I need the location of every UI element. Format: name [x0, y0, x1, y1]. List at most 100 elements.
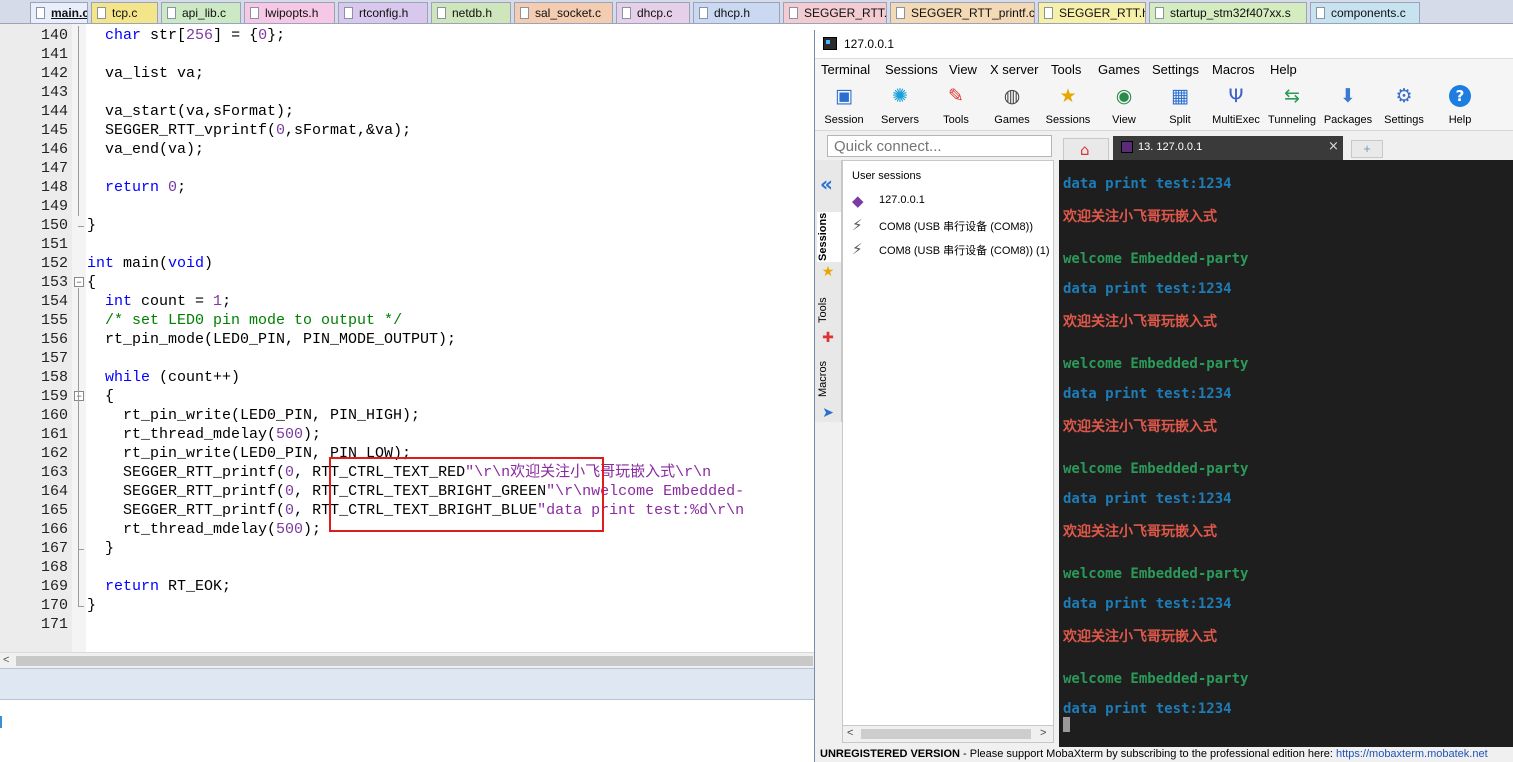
scrollbar-thumb[interactable]: [861, 729, 1031, 739]
toolbar-button-settings[interactable]: ⚙ Settings: [1376, 83, 1432, 129]
code-line[interactable]: 159 {: [0, 387, 814, 406]
status-bar: UNREGISTERED VERSION - Please support Mo…: [815, 747, 1513, 762]
side-tab-tools[interactable]: Tools: [817, 292, 841, 328]
file-tab[interactable]: startup_stm32f407xx.s: [1149, 2, 1307, 23]
terminal-tab[interactable]: 13. 127.0.0.1 ×: [1113, 136, 1343, 160]
code-line[interactable]: 171: [0, 615, 814, 634]
file-tab[interactable]: SEGGER_RTT_printf.c: [890, 2, 1035, 23]
menu-item[interactable]: View: [949, 62, 977, 77]
code-token: va_list va;: [87, 65, 205, 82]
menu-item[interactable]: X server: [990, 62, 1038, 77]
fold-toggle-icon[interactable]: −: [74, 391, 84, 401]
home-tab[interactable]: ⌂: [1063, 138, 1109, 160]
code-line[interactable]: 157: [0, 349, 814, 368]
editor-horizontal-scrollbar[interactable]: <: [0, 652, 814, 668]
toolbar-button-servers[interactable]: ✺ Servers: [872, 83, 928, 129]
file-tab[interactable]: main.c: [30, 2, 88, 23]
servers-icon: ✺: [892, 85, 908, 107]
scrollbar-thumb[interactable]: [16, 656, 813, 666]
toolbar-button-split[interactable]: ▦ Split: [1152, 83, 1208, 129]
code-line[interactable]: 154 int count = 1;: [0, 292, 814, 311]
side-tab-macros[interactable]: Macros: [817, 356, 841, 402]
file-tab[interactable]: SEGGER_RTT.c: [783, 2, 887, 23]
toolbar-button-packages[interactable]: ⬇ Packages: [1320, 83, 1376, 129]
new-tab-button[interactable]: +: [1351, 140, 1383, 158]
toolbar-label: Tools: [943, 114, 969, 126]
side-tab-sessions[interactable]: Sessions: [817, 212, 841, 262]
file-tab[interactable]: sal_socket.c: [514, 2, 613, 23]
file-tab[interactable]: rtconfig.h: [338, 2, 428, 23]
close-icon[interactable]: ×: [1328, 139, 1339, 154]
code-line[interactable]: 145 SEGGER_RTT_vprintf(0,sFormat,&va);: [0, 121, 814, 140]
sessions-horizontal-scrollbar[interactable]: < >: [842, 725, 1054, 743]
toolbar-button-multiexec[interactable]: Ψ MultiExec: [1208, 83, 1264, 129]
line-number: 158: [40, 369, 68, 386]
menu-item[interactable]: Settings: [1152, 62, 1199, 77]
code-token: 0: [285, 483, 295, 500]
file-tab[interactable]: tcp.c: [91, 2, 158, 23]
file-tab[interactable]: dhcp.h: [693, 2, 780, 23]
code-line[interactable]: 144 va_start(va,sFormat);: [0, 102, 814, 121]
code-line[interactable]: 160 rt_pin_write(LED0_PIN, PIN_HIGH);: [0, 406, 814, 425]
code-line[interactable]: 161 rt_thread_mdelay(500);: [0, 425, 814, 444]
code-line[interactable]: 141: [0, 45, 814, 64]
code-line[interactable]: 169 return RT_EOK;: [0, 577, 814, 596]
file-tab[interactable]: SEGGER_RTT.h: [1038, 2, 1146, 23]
code-line[interactable]: 170}: [0, 596, 814, 615]
code-line[interactable]: 151: [0, 235, 814, 254]
menu-item[interactable]: Terminal: [821, 62, 870, 77]
menu-item[interactable]: Games: [1098, 62, 1140, 77]
code-line[interactable]: 152 int main(void): [0, 254, 814, 273]
file-tab-label: SEGGER_RTT.c: [804, 6, 887, 20]
file-tab-label: dhcp.c: [637, 6, 673, 20]
file-tab[interactable]: components.c: [1310, 2, 1420, 23]
code-line[interactable]: 140 char str[256] = {0};: [0, 26, 814, 45]
toolbar-button-session[interactable]: ▣ Session: [816, 83, 872, 129]
code-line[interactable]: 168: [0, 558, 814, 577]
support-link[interactable]: https://mobaxterm.mobatek.net: [1336, 748, 1488, 760]
toolbar-button-sessions[interactable]: ★ Sessions: [1040, 83, 1096, 129]
code-line[interactable]: 156 rt_pin_mode(LED0_PIN, PIN_MODE_OUTPU…: [0, 330, 814, 349]
code-line[interactable]: 155 /* set LED0 pin mode to output */: [0, 311, 814, 330]
file-tab[interactable]: lwipopts.h: [244, 2, 335, 23]
file-tab[interactable]: api_lib.c: [161, 2, 241, 23]
scroll-right-icon[interactable]: >: [1040, 727, 1046, 739]
code-line[interactable]: 150}: [0, 216, 814, 235]
file-icon: [896, 7, 905, 19]
scroll-left-icon[interactable]: <: [847, 727, 853, 739]
line-number: 165: [40, 502, 68, 519]
code-token: RT_EOK;: [159, 578, 232, 595]
code-line[interactable]: 149: [0, 197, 814, 216]
code-line[interactable]: 153 {: [0, 273, 814, 292]
user-sessions-header[interactable]: User sessions: [852, 170, 921, 182]
menu-item[interactable]: Macros: [1212, 62, 1255, 77]
menu-item[interactable]: Tools: [1051, 62, 1081, 77]
tools-icon: ✎: [948, 85, 964, 107]
fold-toggle-icon[interactable]: −: [74, 277, 84, 287]
toolbar-button-help[interactable]: ? Help: [1432, 83, 1488, 129]
file-tab[interactable]: dhcp.c: [616, 2, 690, 23]
scroll-left-icon[interactable]: <: [3, 654, 9, 666]
menu-item[interactable]: Help: [1270, 62, 1297, 77]
code-line[interactable]: 158 while (count++): [0, 368, 814, 387]
code-line[interactable]: 148 return 0;: [0, 178, 814, 197]
terminal-output[interactable]: data print test:1234 欢迎关注小飞哥玩嵌入式 welcome E…: [1059, 160, 1513, 747]
code-editor[interactable]: 140 char str[256] = {0}; 141 142 va_list v…: [0, 24, 814, 652]
toolbar-button-tunneling[interactable]: ⇆ Tunneling: [1264, 83, 1320, 129]
code-line[interactable]: 143: [0, 83, 814, 102]
code-line[interactable]: 146 va_end(va);: [0, 140, 814, 159]
line-number: 140: [40, 27, 68, 44]
output-panel[interactable]: [0, 700, 814, 762]
quick-connect-input[interactable]: [827, 135, 1052, 157]
toolbar-button-games[interactable]: ◍ Games: [984, 83, 1040, 129]
menu-item[interactable]: Sessions: [885, 62, 938, 77]
collapse-sidebar-icon[interactable]: «: [820, 172, 833, 196]
file-icon: [167, 7, 176, 19]
file-tab[interactable]: netdb.h: [431, 2, 511, 23]
code-line[interactable]: 167 }: [0, 539, 814, 558]
code-line[interactable]: 147: [0, 159, 814, 178]
toolbar-button-view[interactable]: ◉ View: [1096, 83, 1152, 129]
star-icon: ★: [821, 264, 835, 280]
code-line[interactable]: 142 va_list va;: [0, 64, 814, 83]
toolbar-button-tools[interactable]: ✎ Tools: [928, 83, 984, 129]
